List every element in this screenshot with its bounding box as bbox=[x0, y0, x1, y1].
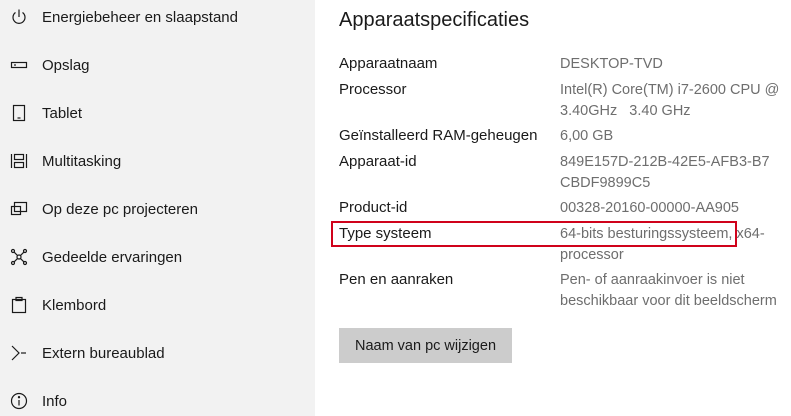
shared-experiences-icon bbox=[10, 248, 28, 266]
tablet-icon bbox=[10, 104, 28, 122]
sidebar-item-storage[interactable]: Opslag bbox=[0, 43, 315, 87]
sidebar-item-multitasking[interactable]: Multitasking bbox=[0, 139, 315, 183]
spec-label-device-name: Apparaatnaam bbox=[339, 55, 438, 72]
spec-label-ram: Geïnstalleerd RAM-geheugen bbox=[339, 127, 538, 144]
sidebar-item-remote-desktop[interactable]: Extern bureaublad bbox=[0, 331, 315, 375]
multitasking-icon bbox=[10, 152, 28, 170]
sidebar-item-tablet[interactable]: Tablet bbox=[0, 91, 315, 135]
spec-label-device-id: Apparaat-id bbox=[339, 153, 417, 170]
remote-desktop-icon bbox=[10, 344, 28, 362]
sidebar-item-label: Extern bureaublad bbox=[42, 344, 165, 362]
sidebar-item-label: Tablet bbox=[42, 104, 83, 122]
sidebar-item-clipboard[interactable]: Klembord bbox=[0, 283, 315, 327]
device-specifications-panel: Apparaatspecificaties Apparaatnaam DESKT… bbox=[315, 0, 791, 416]
sidebar-item-shared-experiences[interactable]: Gedeelde ervaringen bbox=[0, 235, 315, 279]
spec-value-system-type: 64-bits besturingssysteem, x64-processor bbox=[560, 226, 765, 263]
sidebar-item-label: Op deze pc projecteren bbox=[42, 200, 198, 218]
power-icon bbox=[10, 8, 28, 26]
sidebar-item-label: Klembord bbox=[42, 296, 107, 314]
spec-label-product-id: Product-id bbox=[339, 199, 408, 216]
sidebar-item-label: Multitasking bbox=[42, 152, 122, 170]
spec-value-pen-touch: Pen- of aanraakinvoer is niet beschikbaa… bbox=[560, 272, 777, 309]
sidebar-item-info[interactable]: Info bbox=[0, 379, 315, 416]
sidebar-item-power-sleep[interactable]: Energiebeheer en slaapstand bbox=[0, 0, 315, 39]
sidebar-item-project[interactable]: Op deze pc projecteren bbox=[0, 187, 315, 231]
sidebar: Energiebeheer en slaapstand Opslag Table… bbox=[0, 0, 315, 416]
sidebar-item-label: Energiebeheer en slaapstand bbox=[42, 8, 238, 26]
project-icon bbox=[10, 200, 28, 218]
spec-value-processor: Intel(R) Core(TM) i7-2600 CPU @ 3.40GHz … bbox=[560, 82, 784, 119]
spec-value-device-id: 849E157D-212B-42E5-AFB3-B7CBDF9899C5 bbox=[560, 154, 770, 191]
spec-value-ram: 6,00 GB bbox=[560, 128, 614, 144]
spec-label-pen-touch: Pen en aanraken bbox=[339, 271, 454, 288]
rename-pc-button[interactable]: Naam van pc wijzigen bbox=[339, 328, 512, 363]
spec-value-device-name: DESKTOP-TVD bbox=[560, 56, 663, 72]
spec-label-system-type: Type systeem bbox=[339, 225, 432, 242]
info-icon bbox=[10, 392, 28, 410]
page-title: Apparaatspecificaties bbox=[339, 9, 530, 31]
sidebar-item-label: Opslag bbox=[42, 56, 90, 74]
spec-label-processor: Processor bbox=[339, 81, 407, 98]
sidebar-item-label: Gedeelde ervaringen bbox=[42, 248, 183, 266]
sidebar-item-label: Info bbox=[42, 392, 68, 410]
storage-icon bbox=[10, 56, 28, 74]
spec-value-product-id: 00328-20160-00000-AA905 bbox=[560, 200, 739, 216]
clipboard-icon bbox=[10, 296, 28, 314]
